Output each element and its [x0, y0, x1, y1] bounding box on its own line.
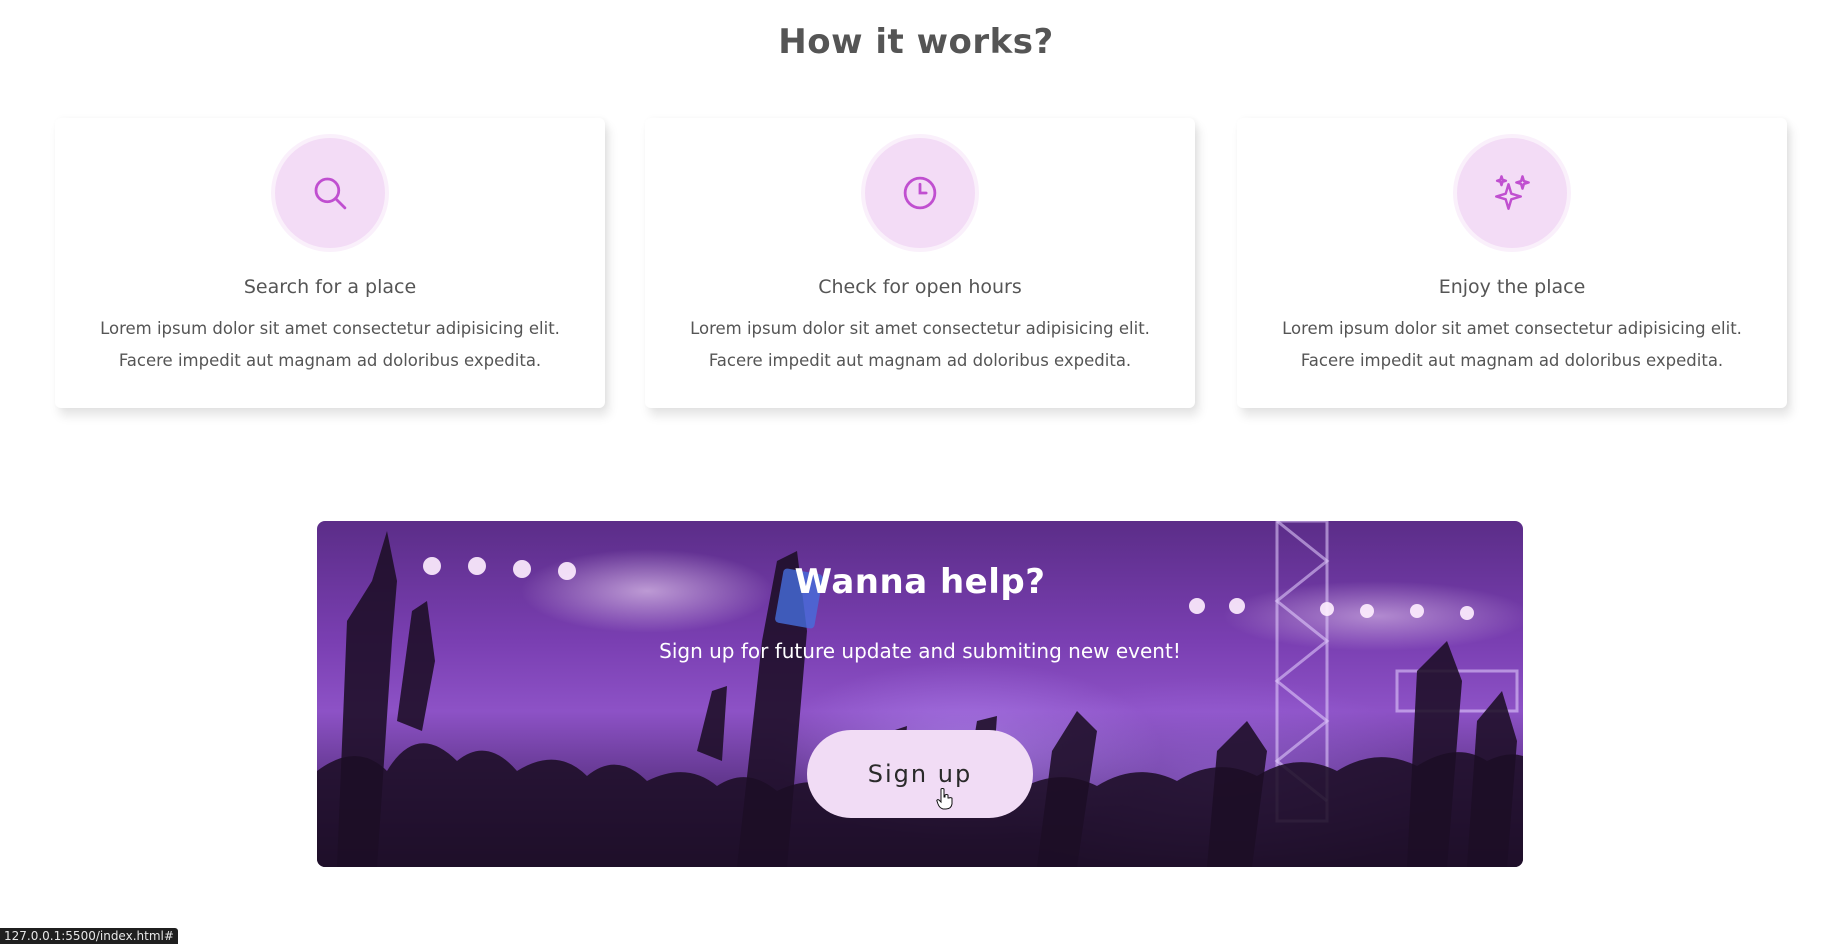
step-description: Lorem ipsum dolor sit amet consectetur a… — [645, 313, 1195, 377]
signup-banner: Wanna help? Sign up for future update an… — [317, 521, 1523, 867]
banner-subtitle: Sign up for future update and submiting … — [659, 639, 1181, 663]
step-card-search: Search for a place Lorem ipsum dolor sit… — [55, 118, 605, 408]
sparkles-icon — [1457, 138, 1567, 248]
search-icon — [275, 138, 385, 248]
signup-button[interactable]: Sign up — [807, 730, 1033, 818]
step-description-line: Lorem ipsum dolor sit amet consectetur a… — [1282, 319, 1742, 338]
step-title: Check for open hours — [818, 276, 1022, 298]
step-description-line: Facere impedit aut magnam ad doloribus e… — [1300, 351, 1724, 370]
step-title: Enjoy the place — [1438, 276, 1586, 298]
step-description-line: Lorem ipsum dolor sit amet consectetur a… — [100, 319, 560, 338]
hand-pointer-icon — [936, 788, 953, 810]
step-description: Lorem ipsum dolor sit amet consectetur a… — [1237, 313, 1787, 377]
section-title: How it works? — [778, 22, 1054, 62]
step-description-line: Facere impedit aut magnam ad doloribus e… — [708, 351, 1132, 370]
step-description-line: Facere impedit aut magnam ad doloribus e… — [118, 351, 542, 370]
clock-icon — [865, 138, 975, 248]
banner-title: Wanna help? — [794, 562, 1046, 602]
steps-list: Search for a place Lorem ipsum dolor sit… — [0, 118, 1832, 418]
step-card-enjoy: Enjoy the place Lorem ipsum dolor sit am… — [1237, 118, 1787, 408]
step-card-hours: Check for open hours Lorem ipsum dolor s… — [645, 118, 1195, 408]
step-description: Lorem ipsum dolor sit amet consectetur a… — [55, 313, 605, 377]
step-description-line: Lorem ipsum dolor sit amet consectetur a… — [690, 319, 1150, 338]
status-bar-url: 127.0.0.1:5500/index.html# — [0, 928, 178, 944]
step-title: Search for a place — [243, 276, 417, 298]
